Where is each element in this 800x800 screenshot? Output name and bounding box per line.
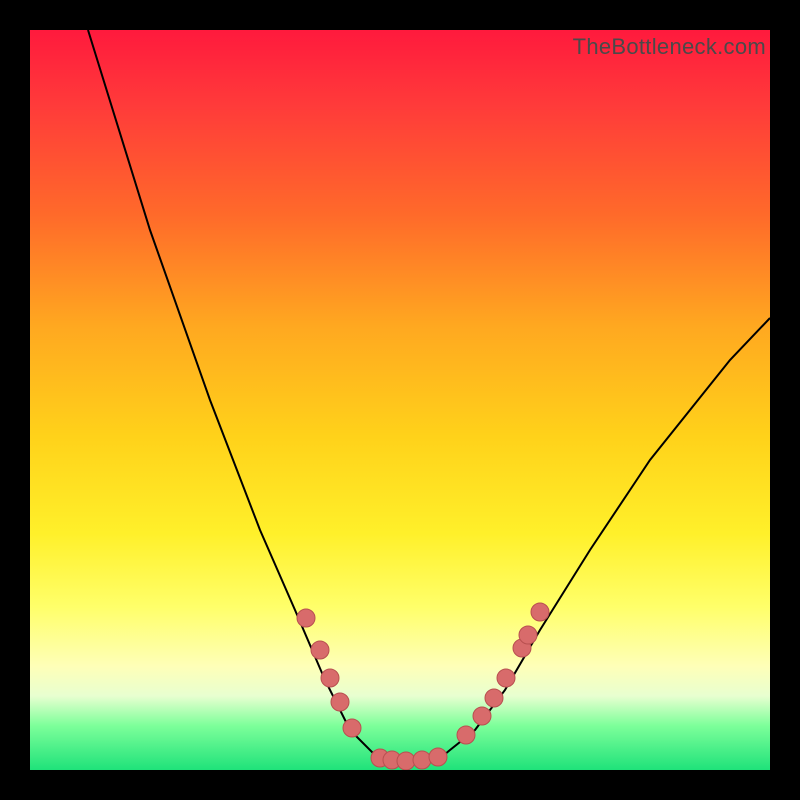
- marker-dot: [321, 669, 339, 687]
- v-curve-path: [88, 30, 770, 760]
- bottleneck-curve: [30, 30, 770, 770]
- marker-dot: [457, 726, 475, 744]
- marker-dot: [311, 641, 329, 659]
- chart-frame: TheBottleneck.com: [0, 0, 800, 800]
- marker-dot: [331, 693, 349, 711]
- marker-dot: [397, 752, 415, 770]
- marker-dot: [413, 751, 431, 769]
- marker-dot: [519, 626, 537, 644]
- marker-dot: [429, 748, 447, 766]
- marker-dot: [497, 669, 515, 687]
- marker-dot: [485, 689, 503, 707]
- marker-group: [297, 603, 549, 770]
- marker-dot: [531, 603, 549, 621]
- marker-dot: [343, 719, 361, 737]
- plot-area: TheBottleneck.com: [30, 30, 770, 770]
- marker-dot: [297, 609, 315, 627]
- marker-dot: [473, 707, 491, 725]
